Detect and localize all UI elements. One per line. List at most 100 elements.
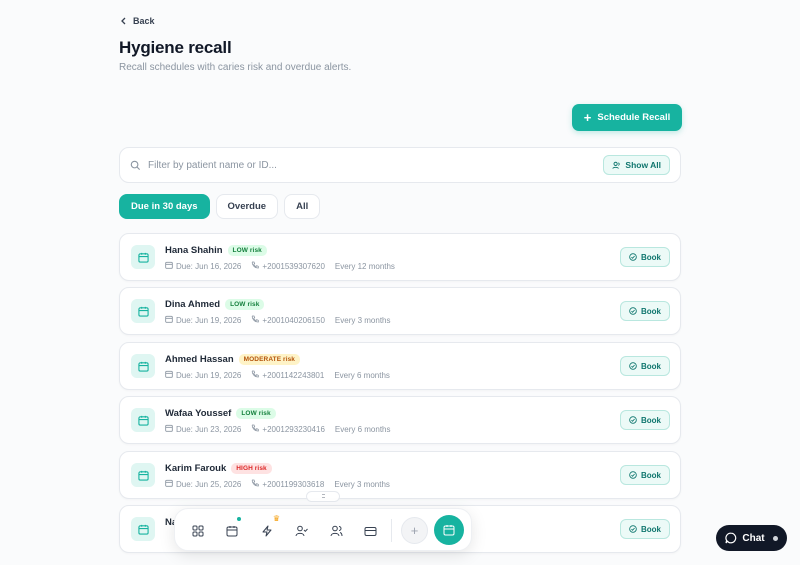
patient-name-line: Karim Farouk HIGH risk [165, 463, 272, 474]
book-label: Book [641, 306, 661, 316]
book-button[interactable]: Book [620, 465, 670, 485]
plus-icon[interactable]: + [401, 517, 428, 544]
online-dot [772, 535, 778, 541]
patient-name: Wafaa Youssef [165, 408, 232, 419]
risk-badge: MODERATE risk [238, 354, 301, 365]
calendar-icon [131, 408, 155, 432]
table-row[interactable]: Dina Ahmed LOW risk Due: Jun 19, 2026 +2001… [119, 287, 681, 335]
patient-name-line: Dina Ahmed LOW risk [165, 299, 265, 310]
recall-interval: Every 3 months [334, 479, 390, 489]
schedule-recall-label: Schedule Recall [597, 112, 671, 123]
users-icon [612, 161, 621, 169]
bolt-icon[interactable]: ♛ [256, 514, 280, 542]
dock-divider [391, 519, 392, 542]
book-label: Book [641, 470, 661, 480]
patient-name-line: Wafaa Youssef LOW risk [165, 408, 276, 419]
tab-overdue[interactable]: Overdue [215, 194, 279, 219]
book-label: Book [641, 252, 661, 262]
phone-number: +2001142243801 [262, 370, 325, 380]
calendar-active-icon[interactable] [434, 515, 464, 545]
status-dot [237, 517, 241, 521]
user-check-icon[interactable] [290, 520, 312, 542]
chevron-left-icon [121, 17, 126, 25]
due-date: Due: Jun 19, 2026 [176, 315, 242, 325]
show-all-label: Show All [625, 160, 661, 170]
crown-icon: ♛ [272, 514, 280, 523]
chat-button[interactable]: Chat [716, 525, 787, 551]
table-row[interactable]: Karim Farouk HIGH risk Due: Jun 25, 2026 +2… [119, 451, 681, 499]
recall-interval: Every 12 months [334, 261, 395, 271]
chat-label: Chat [742, 532, 765, 544]
grid-icon[interactable] [187, 520, 209, 542]
check-circle-icon [629, 416, 637, 424]
recall-interval: Every 3 months [334, 315, 391, 325]
check-circle-icon [629, 525, 637, 533]
calendar-small-icon [165, 424, 173, 434]
calendar-icon [131, 354, 155, 378]
risk-badge: LOW risk [227, 245, 267, 256]
table-row[interactable]: Wafaa Youssef LOW risk Due: Jun 23, 2026 +2… [119, 396, 681, 444]
search-bar: Filter by patient name or ID... Show All [119, 147, 681, 183]
check-circle-icon [629, 362, 637, 370]
chat-bubble-icon [725, 532, 737, 544]
phone-number: +2001539307620 [262, 261, 325, 271]
patient-name: Dina Ahmed [165, 299, 221, 310]
check-circle-icon [629, 307, 637, 315]
table-row[interactable]: Ahmed Hassan MODERATE risk Due: Jun 19, 20… [119, 342, 681, 390]
patient-name-line: Ahmed Hassan MODERATE risk [165, 354, 301, 365]
book-label: Book [641, 361, 661, 371]
patient-name: Ahmed Hassan [165, 354, 234, 365]
book-button[interactable]: Book [620, 356, 670, 376]
calendar-icon [131, 463, 155, 487]
dock-drag-handle[interactable]: ::: [306, 491, 340, 502]
schedule-recall-button[interactable]: + Schedule Recall [572, 104, 682, 131]
tab-due-30-days[interactable]: Due in 30 days [119, 194, 210, 219]
back-link[interactable]: Back [120, 16, 155, 26]
calendar-icon [131, 245, 155, 269]
page-subtitle: Recall schedules with caries risk and ov… [119, 62, 352, 73]
calendar-small-icon [165, 370, 173, 380]
recall-interval: Every 6 months [334, 370, 390, 380]
page-title: Hygiene recall [119, 38, 232, 57]
search-input[interactable]: Filter by patient name or ID... [148, 160, 603, 171]
phone-number: +2001199303618 [262, 479, 325, 489]
table-row[interactable]: Hana Shahin LOW risk Due: Jun 16, 2026 +200… [119, 233, 681, 281]
patient-meta: Due: Jun 19, 2026 +2001040206150 Every 3 m… [165, 315, 390, 325]
patient-name: Karim Farouk [165, 463, 227, 474]
patient-name-line: Hana Shahin LOW risk [165, 245, 267, 256]
filter-tabs: Due in 30 days Overdue All [119, 194, 321, 219]
card-icon[interactable] [359, 520, 381, 542]
calendar-icon [131, 299, 155, 323]
back-label: Back [133, 16, 155, 26]
book-button[interactable]: Book [620, 410, 670, 430]
book-label: Book [641, 415, 661, 425]
due-date: Due: Jun 16, 2026 [176, 261, 242, 271]
book-button[interactable]: Book [620, 519, 670, 539]
check-circle-icon [629, 471, 637, 479]
users-icon[interactable] [325, 520, 347, 542]
calendar-icon[interactable] [221, 517, 243, 542]
recall-interval: Every 6 months [334, 424, 391, 434]
check-circle-icon [629, 253, 637, 261]
phone-icon [251, 370, 260, 380]
tab-all[interactable]: All [284, 194, 321, 219]
patient-meta: Due: Jun 19, 2026 +2001142243801 Every 6 m… [165, 370, 390, 380]
show-all-button[interactable]: Show All [603, 155, 670, 175]
book-button[interactable]: Book [620, 301, 670, 321]
calendar-small-icon [165, 261, 173, 271]
book-button[interactable]: Book [620, 247, 670, 267]
phone-number: +2001040206150 [262, 315, 325, 325]
risk-badge: LOW risk [236, 408, 276, 419]
phone-icon [251, 424, 260, 434]
phone-number: +2001293230416 [262, 424, 325, 434]
due-date: Due: Jun 19, 2026 [176, 370, 242, 380]
due-date: Due: Jun 25, 2026 [176, 479, 242, 489]
book-label: Book [641, 524, 661, 534]
calendar-icon [131, 517, 155, 541]
patient-meta: Due: Jun 25, 2026 +2001199303618 Every 3 m… [165, 479, 390, 489]
search-icon [130, 160, 141, 170]
calendar-small-icon [165, 479, 173, 489]
due-date: Due: Jun 23, 2026 [176, 424, 242, 434]
patient-name: Hana Shahin [165, 245, 223, 256]
phone-icon [251, 315, 260, 325]
